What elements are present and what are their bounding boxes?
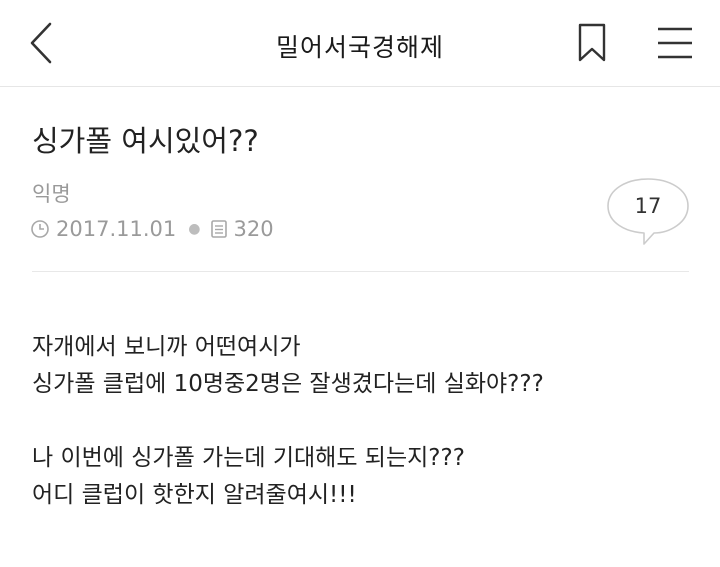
body-line: 싱가폴 클럽에 10명중2명은 잘생겼다는데 실화야???	[32, 371, 544, 397]
bookmark-button[interactable]	[574, 22, 610, 64]
bookmark-icon	[578, 23, 606, 62]
comment-count-button[interactable]: 17	[606, 177, 690, 247]
divider	[32, 271, 689, 272]
menu-button[interactable]	[654, 24, 696, 62]
author-name: 익명	[32, 182, 71, 206]
board-title[interactable]: 밀어서국경해제	[200, 28, 520, 64]
clock-icon	[31, 220, 49, 238]
views-icon	[211, 220, 228, 238]
body-line: 어디 클럽이 핫한지 알려줄여시!!!	[32, 482, 357, 508]
post-date: 2017.11.01	[56, 217, 177, 241]
body-blank-line	[32, 403, 692, 440]
body-line: 나 이번에 싱가폴 가는데 기대해도 되는지???	[32, 445, 465, 471]
chevron-left-icon	[30, 22, 52, 64]
post-title: 싱가폴 여시있어??	[32, 124, 259, 158]
comment-count: 17	[634, 194, 662, 218]
top-app-bar: 밀어서국경해제	[0, 0, 720, 87]
back-button[interactable]	[22, 20, 62, 66]
post-meta: 2017.11.01 ● 320	[30, 215, 274, 243]
meta-separator: ●	[188, 221, 201, 237]
post-body: 자개에서 보니까 어떤여시가 싱가폴 클럽에 10명중2명은 잘생겼다는데 실화…	[32, 329, 692, 514]
body-line: 자개에서 보니까 어떤여시가	[32, 334, 301, 360]
hamburger-menu-icon	[658, 27, 692, 59]
view-count: 320	[233, 217, 274, 241]
